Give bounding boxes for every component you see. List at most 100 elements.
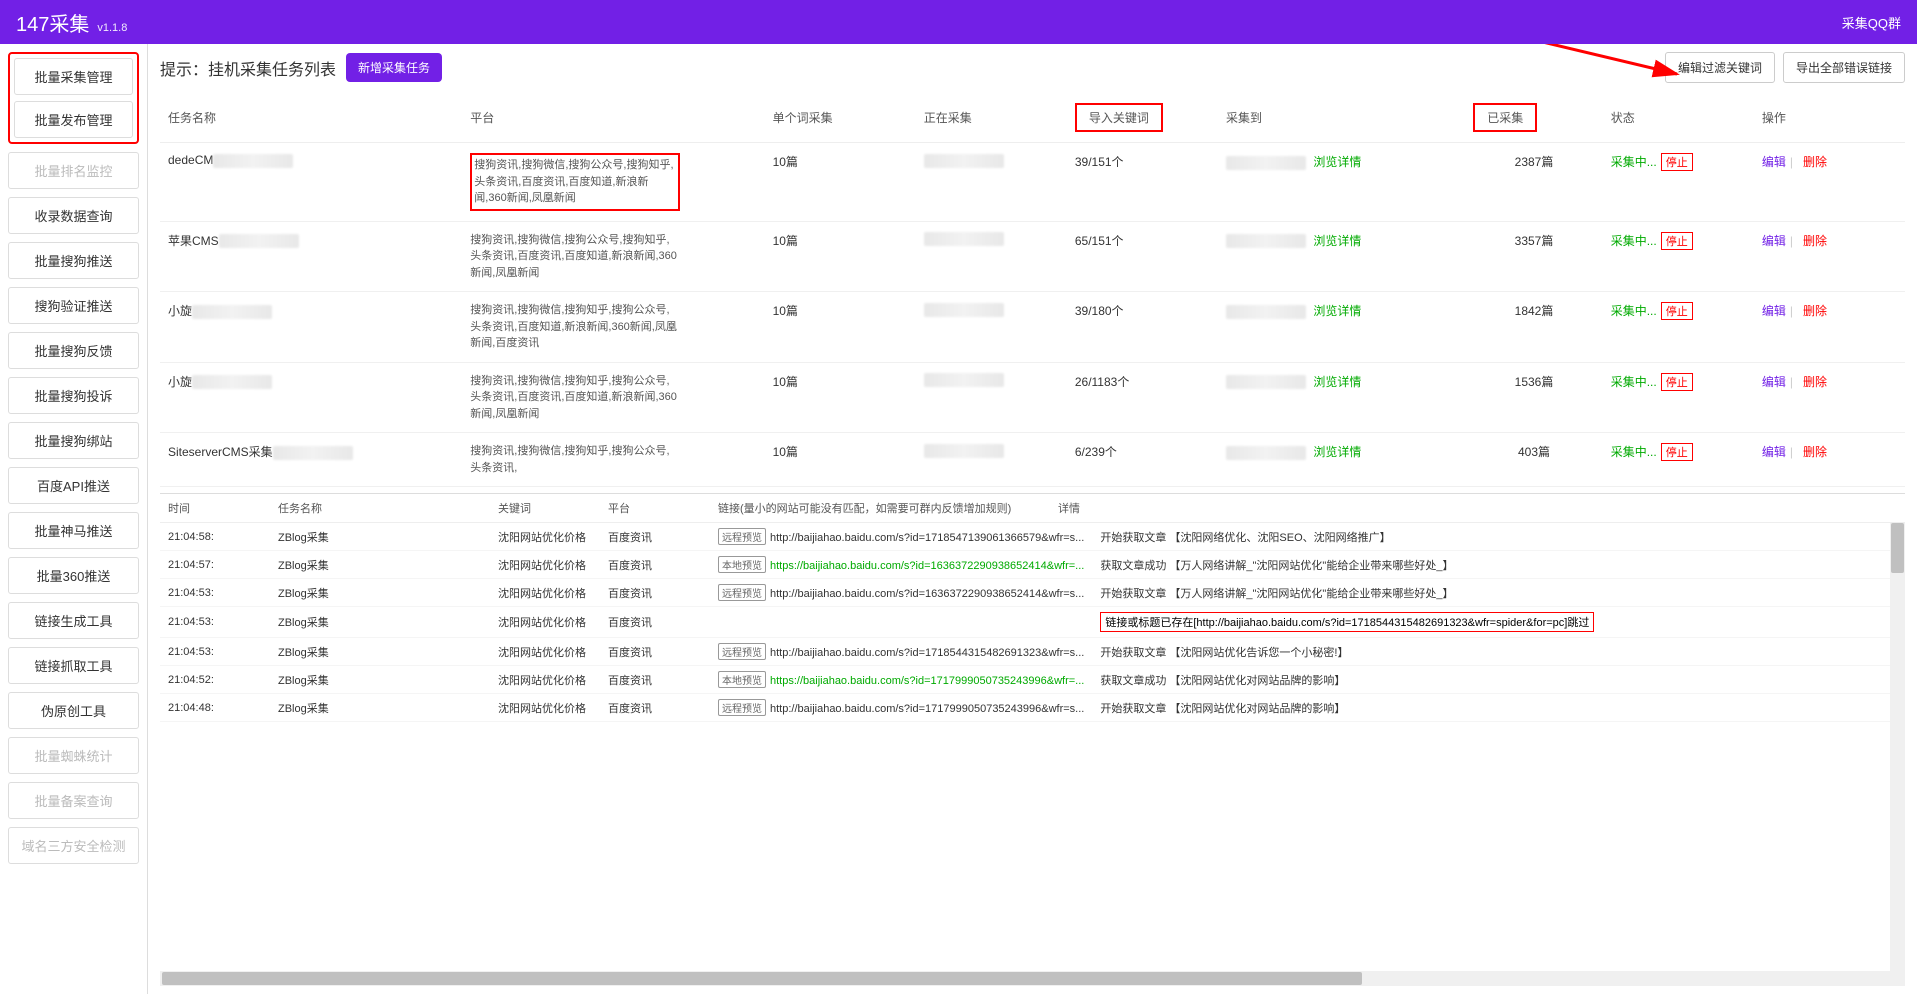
log-platform: 百度资讯 — [600, 579, 710, 607]
log-row: 21:04:53:ZBlog采集沈阳网站优化价格百度资讯远程预览http://b… — [160, 579, 1905, 607]
sidebar-highlight-box: 批量采集管理 批量发布管理 — [8, 52, 139, 144]
detail-link[interactable]: 浏览详情 — [1313, 234, 1361, 248]
qq-group-link[interactable]: 采集QQ群 — [1842, 16, 1901, 31]
sidebar-item-14: 批量备案查询 — [8, 782, 139, 819]
app-header: 147采集 v1.1.8 采集QQ群 — [0, 0, 1917, 44]
delete-link[interactable]: 删除 — [1803, 304, 1827, 318]
log-link: 远程预览http://baijiahao.baidu.com/s?id=1636… — [710, 579, 1092, 607]
detail-link[interactable]: 浏览详情 — [1313, 155, 1361, 169]
sidebar-item-0: 批量排名监控 — [8, 152, 139, 189]
detail-link[interactable]: 浏览详情 — [1313, 375, 1361, 389]
remote-preview-tag[interactable]: 远程预览 — [718, 584, 766, 601]
remote-preview-tag[interactable]: 远程预览 — [718, 643, 766, 660]
sidebar-item-3[interactable]: 搜狗验证推送 — [8, 287, 139, 324]
task-table: 任务名称 平台 单个词采集 正在采集 导入关键词 采集到 已采集 状态 操作 d… — [160, 93, 1905, 487]
platform-text: 搜狗资讯,搜狗微信,搜狗知乎,搜狗公众号,头条资讯,百度资讯,百度知道,新浪新闻… — [470, 373, 680, 423]
collected-count: 403篇 — [1465, 433, 1602, 487]
status-cell: 采集中...停止 — [1603, 221, 1754, 292]
ops-cell: 编辑|删除 — [1754, 292, 1905, 363]
edit-link[interactable]: 编辑 — [1762, 304, 1786, 318]
status-cell: 采集中...停止 — [1603, 362, 1754, 433]
local-preview-tag[interactable]: 本地预览 — [718, 556, 766, 573]
stop-button[interactable]: 停止 — [1661, 443, 1693, 461]
log-platform: 百度资讯 — [600, 607, 710, 638]
th-platform: 平台 — [462, 93, 764, 143]
delete-link[interactable]: 删除 — [1803, 375, 1827, 389]
log-link — [710, 607, 1092, 638]
log-row: 21:04:58:ZBlog采集沈阳网站优化价格百度资讯远程预览http://b… — [160, 523, 1905, 551]
edit-link[interactable]: 编辑 — [1762, 234, 1786, 248]
log-keyword: 沈阳网站优化价格 — [490, 666, 600, 694]
horizontal-scrollbar[interactable] — [160, 971, 1905, 986]
remote-preview-tag[interactable]: 远程预览 — [718, 528, 766, 545]
th-log-link: 链接(量小的网站可能没有匹配，如需要可群内反馈增加规则) — [710, 494, 1050, 523]
keywords-count: 39/180个 — [1067, 292, 1218, 363]
keywords-count: 39/151个 — [1067, 143, 1218, 222]
edit-link[interactable]: 编辑 — [1762, 375, 1786, 389]
sidebar-item-7[interactable]: 百度API推送 — [8, 467, 139, 504]
th-log-keyword: 关键词 — [490, 494, 600, 523]
log-row: 21:04:53:ZBlog采集沈阳网站优化价格百度资讯远程预览http://b… — [160, 638, 1905, 666]
sidebar-item-8[interactable]: 批量神马推送 — [8, 512, 139, 549]
stop-button[interactable]: 停止 — [1661, 302, 1693, 320]
sidebar-item-1[interactable]: 收录数据查询 — [8, 197, 139, 234]
keywords-count: 65/151个 — [1067, 221, 1218, 292]
sidebar-item-6[interactable]: 批量搜狗绑站 — [8, 422, 139, 459]
th-collected: 已采集 — [1465, 93, 1602, 143]
sidebar-item-13: 批量蜘蛛统计 — [8, 737, 139, 774]
log-task: ZBlog采集 — [270, 638, 490, 666]
filter-keywords-button[interactable]: 编辑过滤关键词 — [1665, 52, 1775, 83]
log-task: ZBlog采集 — [270, 551, 490, 579]
vertical-scrollbar[interactable] — [1890, 523, 1905, 971]
task-row: 小旋搜狗资讯,搜狗微信,搜狗知乎,搜狗公众号,头条资讯,百度知道,新浪新闻,36… — [160, 292, 1905, 363]
log-platform: 百度资讯 — [600, 666, 710, 694]
sidebar-item-4[interactable]: 批量搜狗反馈 — [8, 332, 139, 369]
collecting-cell — [916, 143, 1067, 222]
sidebar-item-publish-manage[interactable]: 批量发布管理 — [14, 101, 133, 138]
remote-preview-tag[interactable]: 远程预览 — [718, 699, 766, 716]
status-cell: 采集中...停止 — [1603, 292, 1754, 363]
stop-button[interactable]: 停止 — [1661, 373, 1693, 391]
platform-text: 搜狗资讯,搜狗微信,搜狗公众号,搜狗知乎,头条资讯,百度资讯,百度知道,新浪新闻… — [470, 232, 680, 282]
delete-link[interactable]: 删除 — [1803, 445, 1827, 459]
th-keywords: 导入关键词 — [1067, 93, 1218, 143]
log-detail: 获取文章成功 【万人网络讲解_"沈阳网站优化"能给企业带来哪些好处_】 — [1092, 551, 1905, 579]
sidebar-item-collect-manage[interactable]: 批量采集管理 — [14, 58, 133, 95]
sidebar-item-9[interactable]: 批量360推送 — [8, 557, 139, 594]
log-task: ZBlog采集 — [270, 694, 490, 722]
sidebar-item-5[interactable]: 批量搜狗投诉 — [8, 377, 139, 414]
collect-to-cell: 浏览详情 — [1218, 292, 1465, 363]
log-table: 时间 任务名称 关键词 平台 链接(量小的网站可能没有匹配，如需要可群内反馈增加… — [160, 494, 1905, 523]
export-errors-button[interactable]: 导出全部错误链接 — [1783, 52, 1905, 83]
log-row: 21:04:48:ZBlog采集沈阳网站优化价格百度资讯远程预览http://b… — [160, 694, 1905, 722]
new-task-button[interactable]: 新增采集任务 — [346, 53, 442, 82]
task-name: 苹果CMS — [160, 221, 462, 292]
log-time: 21:04:48: — [160, 694, 270, 722]
edit-link[interactable]: 编辑 — [1762, 155, 1786, 169]
sidebar-item-12[interactable]: 伪原创工具 — [8, 692, 139, 729]
stop-button[interactable]: 停止 — [1661, 232, 1693, 250]
sidebar-item-2[interactable]: 批量搜狗推送 — [8, 242, 139, 279]
log-keyword: 沈阳网站优化价格 — [490, 579, 600, 607]
log-link: 本地预览https://baijiahao.baidu.com/s?id=163… — [710, 551, 1092, 579]
th-log-detail: 详情 — [1050, 494, 1905, 523]
task-name: dedeCM — [160, 143, 462, 222]
ops-cell: 编辑|删除 — [1754, 221, 1905, 292]
collect-to-cell: 浏览详情 — [1218, 143, 1465, 222]
task-name: 小旋 — [160, 292, 462, 363]
local-preview-tag[interactable]: 本地预览 — [718, 671, 766, 688]
collect-to-cell: 浏览详情 — [1218, 362, 1465, 433]
detail-link[interactable]: 浏览详情 — [1313, 304, 1361, 318]
log-keyword: 沈阳网站优化价格 — [490, 607, 600, 638]
ops-cell: 编辑|删除 — [1754, 143, 1905, 222]
log-time: 21:04:58: — [160, 523, 270, 551]
delete-link[interactable]: 删除 — [1803, 155, 1827, 169]
detail-link[interactable]: 浏览详情 — [1313, 445, 1361, 459]
log-task: ZBlog采集 — [270, 666, 490, 694]
edit-link[interactable]: 编辑 — [1762, 445, 1786, 459]
stop-button[interactable]: 停止 — [1661, 153, 1693, 171]
collected-count: 2387篇 — [1465, 143, 1602, 222]
sidebar-item-11[interactable]: 链接抓取工具 — [8, 647, 139, 684]
delete-link[interactable]: 删除 — [1803, 234, 1827, 248]
sidebar-item-10[interactable]: 链接生成工具 — [8, 602, 139, 639]
